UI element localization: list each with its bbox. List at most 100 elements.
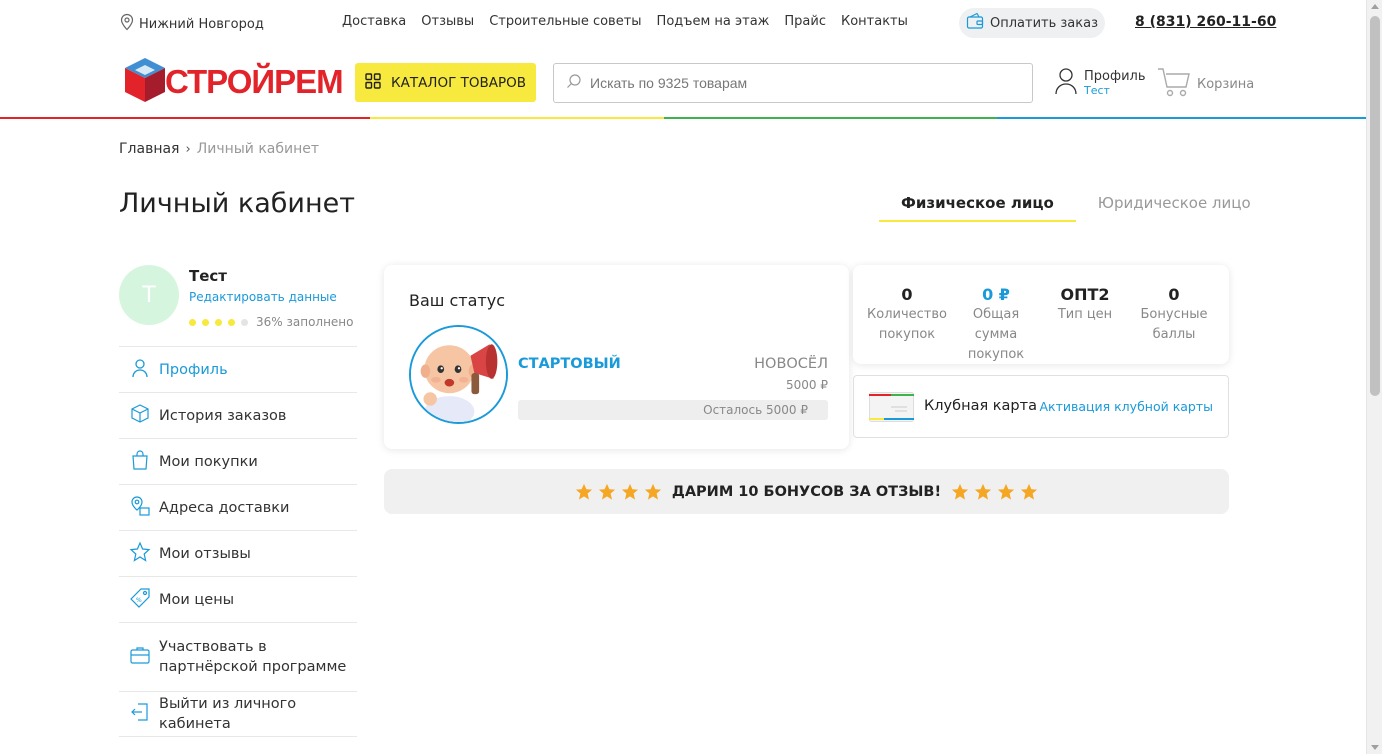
divider-red [0,117,370,119]
menu-item-profile[interactable]: Профиль [119,346,357,392]
city-selector[interactable]: Нижний Новгород [119,13,264,35]
breadcrumb-home[interactable]: Главная [119,141,179,157]
menu-item-label: Профиль [159,361,228,378]
tab-individual[interactable]: Физическое лицо [879,190,1076,222]
pay-order-label: Оплатить заказ [989,15,1098,31]
profile-label: Профиль [1084,69,1146,84]
user-icon [1054,67,1078,99]
menu-item-logout[interactable]: Выйти из личного кабинета [119,691,357,737]
status-title: Ваш статус [409,291,506,310]
price-tag-icon: % [129,587,151,613]
catalog-button[interactable]: КАТАЛОГ ТОВАРОВ [355,63,536,102]
activate-club-card-link[interactable]: Активация клубной карты [1039,399,1213,414]
menu-item-addresses[interactable]: Адреса доставки [119,484,357,530]
search-box [553,63,1033,103]
menu-item-order-history[interactable]: История заказов [119,392,357,438]
star-icon [575,483,593,500]
stat-label: Бонусные баллы [1140,307,1208,342]
scrollbar-thumb[interactable] [1370,16,1380,396]
cart-icon [1157,66,1191,102]
menu-item-prices[interactable]: % Мои цены [119,576,357,622]
status-remaining: Осталось 5000 ₽ [703,403,808,417]
account-type-tabs: Физическое лицо Юридическое лицо [879,190,1273,222]
star-icon [974,483,992,500]
nav-contacts[interactable]: Контакты [841,14,908,29]
completeness-dot [228,318,235,326]
star-icon [1020,483,1038,500]
nav-delivery[interactable]: Доставка [342,14,406,29]
bonus-banner[interactable]: ДАРИМ 10 БОНУСОВ ЗА ОТЗЫВ! [384,469,1229,514]
catalog-label: КАТАЛОГ ТОВАРОВ [391,74,526,91]
user-name: Тест [189,267,227,285]
stat-label: Количество покупок [867,307,947,342]
scroll-up-arrow-icon[interactable] [1371,4,1379,9]
color-divider [0,117,1366,119]
chevron-right-icon: › [185,141,191,157]
star-icon [129,540,151,567]
divider-yellow [370,117,664,119]
logo-cube-icon [121,55,169,109]
stat-label: Общая сумма покупок [967,307,1025,362]
star-icon [621,483,639,500]
logo[interactable]: СТРОЙРЕМ [121,55,344,109]
location-pin-icon [119,13,135,35]
club-card-icon [869,392,914,422]
menu-item-partner-program[interactable]: Участвовать в партнёрской программе [119,622,357,691]
star-icon [644,483,662,500]
current-level: СТАРТОВЫЙ [518,356,621,372]
breadcrumb: Главная › Личный кабинет [119,141,319,157]
city-name: Нижний Новгород [139,16,264,32]
star-icon [951,483,969,500]
briefcase-icon [129,644,151,670]
edit-profile-link[interactable]: Редактировать данные [189,290,337,304]
menu-item-label: Мои цены [159,591,235,608]
tab-legal-entity[interactable]: Юридическое лицо [1076,190,1273,222]
nav-tips[interactable]: Строительные советы [489,14,641,29]
map-pin-icon [129,495,151,521]
breadcrumb-current: Личный кабинет [196,141,320,157]
menu-item-purchases[interactable]: Мои покупки [119,438,357,484]
scroll-down-arrow-icon[interactable] [1371,745,1379,750]
stat-value: 0 [901,285,913,304]
stat-bonus-points: 0 Бонусные баллы [1129,285,1219,345]
profile-completeness: 36% заполнено [189,315,354,329]
top-nav: Доставка Отзывы Строительные советы Подъ… [342,14,908,29]
search-icon [566,73,582,93]
menu-item-label: История заказов [159,407,287,424]
club-card-title: Клубная карта [924,398,1037,414]
completeness-dot [215,318,222,326]
divider-blue [997,117,1366,119]
next-level: НОВОСЁЛ [754,356,828,372]
page-scrollbar[interactable] [1366,0,1382,754]
completeness-text: 36% заполнено [256,315,354,329]
page-title: Личный кабинет [119,188,355,219]
top-bar: Нижний Новгород Доставка Отзывы Строител… [0,0,1366,46]
wallet-icon [966,12,984,34]
search-input[interactable] [590,75,1010,91]
stat-value: 0 [1168,285,1180,304]
box-icon [129,403,151,429]
cart-link[interactable]: Корзина [1157,66,1254,102]
stars-right [951,483,1038,501]
shopping-bag-icon [129,449,151,475]
nav-lifting[interactable]: Подъем на этаж [657,14,770,29]
profile-link[interactable]: Профиль Тест [1054,67,1146,99]
logo-text: СТРОЙРЕМ [165,63,344,100]
menu-item-reviews[interactable]: Мои отзывы [119,530,357,576]
completeness-dot [202,318,209,326]
logout-icon [129,701,151,727]
completeness-dot [241,318,248,326]
next-level-sum: 5000 ₽ [786,378,828,392]
completeness-dot [189,318,196,326]
stat-purchase-count: 0 Количество покупок [862,285,952,345]
stat-total-sum: 0 ₽ Общая сумма покупок [951,285,1041,365]
svg-text:%: % [136,597,142,604]
stat-label: Тип цен [1057,307,1113,322]
phone-link[interactable]: 8 (831) 260-11-60 [1135,14,1276,30]
stat-value: ОПТ2 [1060,285,1110,304]
nav-price[interactable]: Прайс [784,14,826,29]
nav-reviews[interactable]: Отзывы [421,14,474,29]
pay-order-button[interactable]: Оплатить заказ [959,8,1105,38]
menu-item-label: Мои покупки [159,453,258,470]
status-progress-bar: Осталось 5000 ₽ [518,400,828,420]
